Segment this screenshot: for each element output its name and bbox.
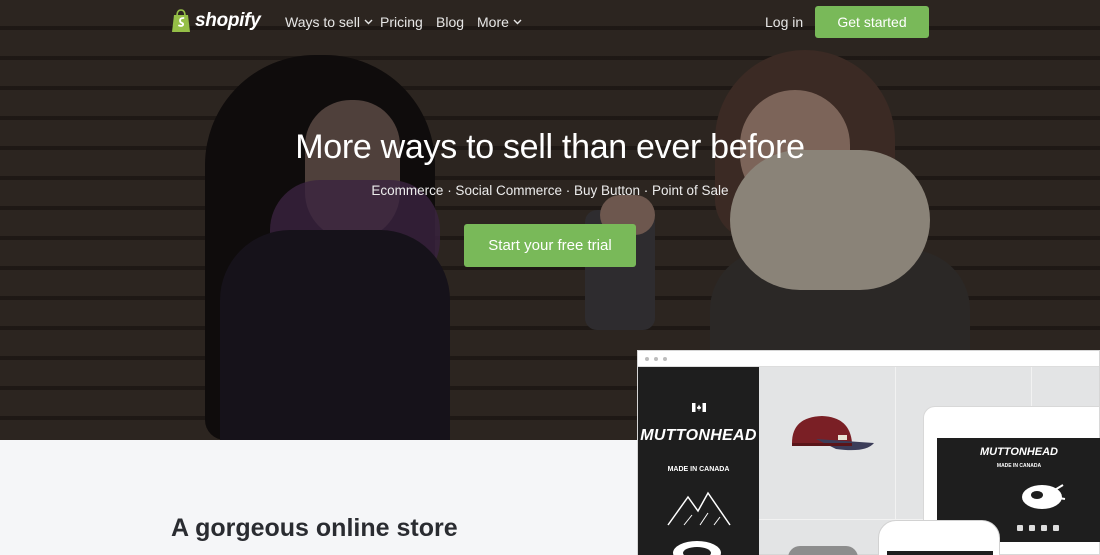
tablet-tagline: MADE IN CANADA [996,463,1042,469]
store-brand-name: MUTTONHEAD [640,427,757,444]
store-mockup-phone [878,520,1000,555]
top-nav: shopify Ways to sell Pricing Blog More L… [0,0,1100,44]
browser-dot-icon [654,357,658,361]
nav-ways-to-sell-label: Ways to sell [285,14,360,30]
shopify-bag-icon [172,9,190,32]
store-sidebar: MUTTONHEAD MADE IN CANADA [638,367,759,555]
hero-photo-scarf-right [730,150,930,290]
mountain-icon [667,491,731,526]
beaver-icon [1022,484,1066,509]
product-image-partial [788,546,858,555]
login-link[interactable]: Log in [765,14,803,30]
chevron-down-icon [364,19,373,25]
cart-icon [1053,525,1059,531]
nav-blog-label: Blog [436,14,465,30]
login-label: Log in [765,14,804,30]
browser-bar [638,351,1099,367]
section-title: A gorgeous online store [171,514,458,542]
tablet-toolbar [1017,525,1059,531]
logo-wordmark: shopify [195,10,261,31]
nav-ways-to-sell[interactable]: Ways to sell [285,14,373,30]
chevron-down-icon [513,19,522,25]
browser-dot-icon [663,357,667,361]
nav-blog[interactable]: Blog [436,14,464,30]
start-free-trial-button[interactable]: Start your free trial [464,224,636,267]
shopify-logo[interactable]: shopify [171,9,261,33]
nav-pricing[interactable]: Pricing [380,14,423,30]
nav-more-label: More [477,14,509,30]
canada-flag-icon [692,403,706,412]
hero-title: More ways to sell than ever before [295,128,805,166]
tablet-brand-name: MUTTONHEAD [979,446,1058,458]
nav-more[interactable]: More [477,14,522,30]
phone-screen [887,551,993,555]
store-tagline: MADE IN CANADA [667,466,730,473]
search-icon [1041,525,1047,531]
cap-product-image [792,416,874,451]
hero-subtitle: Ecommerce · Social Commerce · Buy Button… [371,183,729,198]
get-started-button[interactable]: Get started [815,6,929,38]
nav-pricing-label: Pricing [380,14,423,30]
user-icon [1029,525,1035,531]
beaver-icon [673,541,721,555]
browser-dot-icon [645,357,649,361]
hero-photo-body-left [220,230,450,440]
menu-icon [1017,525,1023,531]
